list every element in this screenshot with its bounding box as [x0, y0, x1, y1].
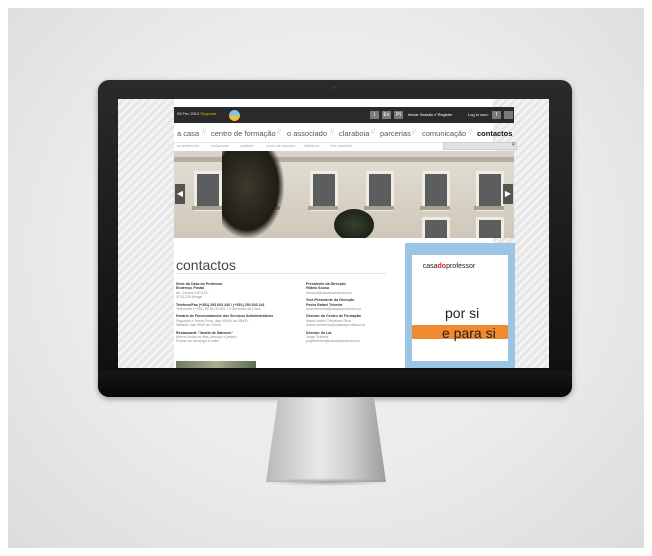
arrow-right-icon[interactable]: ▶	[503, 184, 513, 204]
ad-banner[interactable]: casadoprofessor por si e para si	[405, 243, 515, 368]
subnav-item[interactable]: mini claraboia	[330, 144, 352, 148]
google-login-icon[interactable]	[504, 111, 513, 119]
page-title: contactos	[176, 257, 236, 273]
arrow-left-icon[interactable]: ◀	[175, 184, 185, 204]
screen: 25 Fev 2013 Segunda t En Pt Iniciar Sess…	[118, 99, 549, 368]
nav-item-contactos[interactable]: contactos	[477, 129, 512, 138]
main-nav: a casa // centro de formação // o associ…	[174, 129, 514, 141]
stripe-left	[118, 99, 174, 368]
subnav-item[interactable]: auditório	[240, 144, 253, 148]
nav-separator: //	[202, 129, 206, 136]
nav-item-a-casa[interactable]: a casa	[177, 129, 199, 138]
contacts-left-column: Sede da Casa do Professor Endereço Posta…	[176, 282, 296, 344]
nav-item-claraboia[interactable]: claraboia	[339, 129, 369, 138]
top-bar: 25 Fev 2013 Segunda t En Pt Iniciar Sess…	[174, 107, 514, 123]
subnav-item[interactable]: biblioteca	[304, 144, 319, 148]
contact-text: Exceto ao domingo à noite	[176, 339, 219, 344]
nav-item-o-associado[interactable]: o associado	[287, 129, 327, 138]
search-input[interactable]: ⚲	[443, 142, 517, 150]
window	[476, 217, 504, 238]
facebook-login-icon[interactable]: f	[492, 111, 501, 119]
date-display: 25 Fev 2013 Segunda	[177, 111, 217, 116]
nav-separator: //	[468, 129, 472, 136]
subnav-item[interactable]: restaurante	[211, 144, 229, 148]
monitor-chin	[98, 371, 572, 397]
login-register-link[interactable]: Iniciar Sessão // Register	[408, 112, 452, 117]
language-en-button[interactable]: En	[382, 111, 391, 119]
stand-shadow	[262, 478, 390, 486]
site-logo-icon[interactable]	[229, 110, 240, 121]
login-with-label: Log in com:	[468, 112, 489, 117]
nav-item-comunicacao[interactable]: comunicação	[422, 129, 466, 138]
tree	[222, 151, 284, 238]
nav-separator: //	[330, 129, 334, 136]
window	[422, 217, 450, 238]
title-divider	[176, 273, 386, 274]
hero-image: ◀ ▶	[174, 151, 514, 238]
language-pt-button[interactable]: Pt	[394, 111, 403, 119]
nav-separator: //	[277, 129, 281, 136]
search-icon[interactable]: ⚲	[511, 142, 515, 148]
subnav-item[interactable]: ao residencial	[177, 144, 199, 148]
nav-separator: //	[371, 129, 375, 136]
window	[420, 171, 450, 211]
ad-logo: casadoprofessor	[422, 263, 476, 270]
window	[474, 171, 504, 211]
camera-icon	[333, 86, 336, 89]
window	[364, 171, 394, 211]
map-thumbnail[interactable]	[176, 361, 256, 368]
nav-item-parcerias[interactable]: parcerias	[380, 129, 411, 138]
ad-slogan-line1: por si	[445, 305, 480, 321]
ad-slogan-line2: e para si	[442, 325, 496, 341]
nav-item-centro-formacao[interactable]: centro de formação	[211, 129, 276, 138]
window	[192, 171, 222, 211]
nav-separator: //	[412, 129, 416, 136]
bush	[334, 209, 374, 238]
window	[308, 171, 338, 211]
subnav-item[interactable]: centro de recursos	[266, 144, 295, 148]
twitter-icon[interactable]: t	[370, 111, 379, 119]
monitor-stand	[266, 398, 386, 482]
